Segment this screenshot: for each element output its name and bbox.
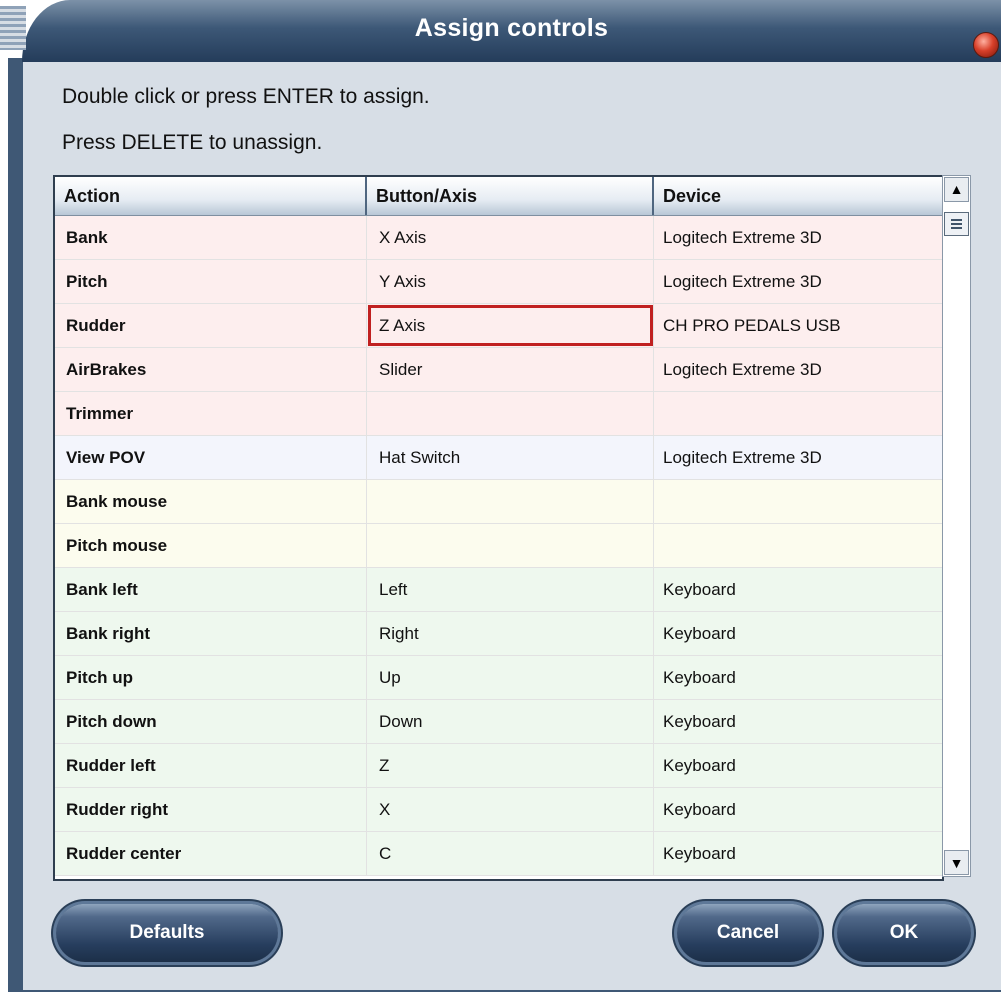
device-cell[interactable] [654, 480, 941, 523]
table-row[interactable]: View POV Hat Switch Logitech Extreme 3D [55, 436, 942, 480]
arrow-down-icon[interactable]: ▼ [944, 850, 969, 875]
binding-cell[interactable]: X Axis [367, 216, 654, 259]
table-row[interactable]: Rudder right X Keyboard [55, 788, 942, 832]
table-scrollbar[interactable]: ▲ ▼ [942, 175, 971, 877]
table-row[interactable]: Rudder center C Keyboard [55, 832, 942, 876]
device-cell[interactable]: Keyboard [654, 788, 941, 831]
defaults-button[interactable]: Defaults [56, 904, 278, 962]
device-cell[interactable]: Keyboard [654, 744, 941, 787]
table-row[interactable]: Trimmer [55, 392, 942, 436]
device-cell[interactable] [654, 524, 941, 567]
instruction-unassign: Press DELETE to unassign. [62, 131, 323, 154]
device-cell[interactable]: Keyboard [654, 832, 941, 875]
action-cell[interactable]: Rudder [55, 304, 367, 347]
action-cell[interactable]: Rudder left [55, 744, 367, 787]
binding-cell[interactable]: Z Axis [367, 304, 654, 347]
binding-cell[interactable]: Z [367, 744, 654, 787]
table-row[interactable]: Bank left Left Keyboard [55, 568, 942, 612]
action-cell[interactable]: Trimmer [55, 392, 367, 435]
table-row[interactable]: Pitch down Down Keyboard [55, 700, 942, 744]
binding-cell[interactable]: Right [367, 612, 654, 655]
title-bar-grip [0, 6, 26, 50]
action-cell[interactable]: Pitch mouse [55, 524, 367, 567]
device-cell[interactable]: Keyboard [654, 656, 941, 699]
table-row[interactable]: Bank mouse [55, 480, 942, 524]
table-row[interactable]: AirBrakes Slider Logitech Extreme 3D [55, 348, 942, 392]
device-cell[interactable]: Logitech Extreme 3D [654, 216, 941, 259]
action-cell[interactable]: Pitch [55, 260, 367, 303]
device-cell[interactable]: Logitech Extreme 3D [654, 260, 941, 303]
close-icon[interactable] [973, 32, 999, 58]
instruction-assign: Double click or press ENTER to assign. [62, 85, 430, 108]
action-cell[interactable]: Pitch up [55, 656, 367, 699]
cancel-button[interactable]: Cancel [677, 904, 819, 962]
device-cell[interactable] [654, 392, 941, 435]
binding-cell[interactable]: X [367, 788, 654, 831]
device-cell[interactable]: Keyboard [654, 612, 941, 655]
action-cell[interactable]: AirBrakes [55, 348, 367, 391]
scroll-thumb[interactable] [944, 212, 969, 236]
column-header-device[interactable]: Device [654, 177, 941, 215]
device-cell[interactable]: Keyboard [654, 568, 941, 611]
binding-cell[interactable]: Left [367, 568, 654, 611]
binding-cell[interactable]: Up [367, 656, 654, 699]
binding-cell[interactable]: Down [367, 700, 654, 743]
column-header-action[interactable]: Action [55, 177, 367, 215]
table-header: Action Button/Axis Device [55, 177, 942, 216]
action-cell[interactable]: Bank [55, 216, 367, 259]
table-row[interactable]: Rudder Z Axis CH PRO PEDALS USB [55, 304, 942, 348]
table-row[interactable]: Pitch up Up Keyboard [55, 656, 942, 700]
title-bar[interactable]: Assign controls [22, 0, 1001, 62]
binding-cell[interactable] [367, 480, 654, 523]
binding-cell[interactable]: Slider [367, 348, 654, 391]
action-cell[interactable]: Bank left [55, 568, 367, 611]
table-row[interactable]: Pitch Y Axis Logitech Extreme 3D [55, 260, 942, 304]
device-cell[interactable]: Keyboard [654, 700, 941, 743]
device-cell[interactable]: Logitech Extreme 3D [654, 436, 941, 479]
dialog-title: Assign controls [414, 14, 609, 42]
device-cell[interactable]: Logitech Extreme 3D [654, 348, 941, 391]
binding-cell[interactable]: Hat Switch [367, 436, 654, 479]
action-cell[interactable]: Rudder center [55, 832, 367, 875]
binding-cell[interactable]: Y Axis [367, 260, 654, 303]
table-row[interactable]: Pitch mouse [55, 524, 942, 568]
column-header-button-axis[interactable]: Button/Axis [367, 177, 654, 215]
binding-cell[interactable] [367, 392, 654, 435]
action-cell[interactable]: Bank right [55, 612, 367, 655]
action-cell[interactable]: Bank mouse [55, 480, 367, 523]
action-cell[interactable]: View POV [55, 436, 367, 479]
table-row[interactable]: Rudder left Z Keyboard [55, 744, 942, 788]
ok-button[interactable]: OK [837, 904, 971, 962]
action-cell[interactable]: Pitch down [55, 700, 367, 743]
binding-cell[interactable] [367, 524, 654, 567]
table-row[interactable]: Bank X Axis Logitech Extreme 3D [55, 216, 942, 260]
assign-controls-dialog: Assign controls Double click or press EN… [0, 0, 1001, 992]
table-row[interactable]: Bank right Right Keyboard [55, 612, 942, 656]
arrow-up-icon[interactable]: ▲ [944, 177, 969, 202]
controls-table: Action Button/Axis Device Bank X Axis Logi… [53, 175, 944, 881]
device-cell[interactable]: CH PRO PEDALS USB [654, 304, 941, 347]
binding-cell[interactable]: C [367, 832, 654, 875]
action-cell[interactable]: Rudder right [55, 788, 367, 831]
